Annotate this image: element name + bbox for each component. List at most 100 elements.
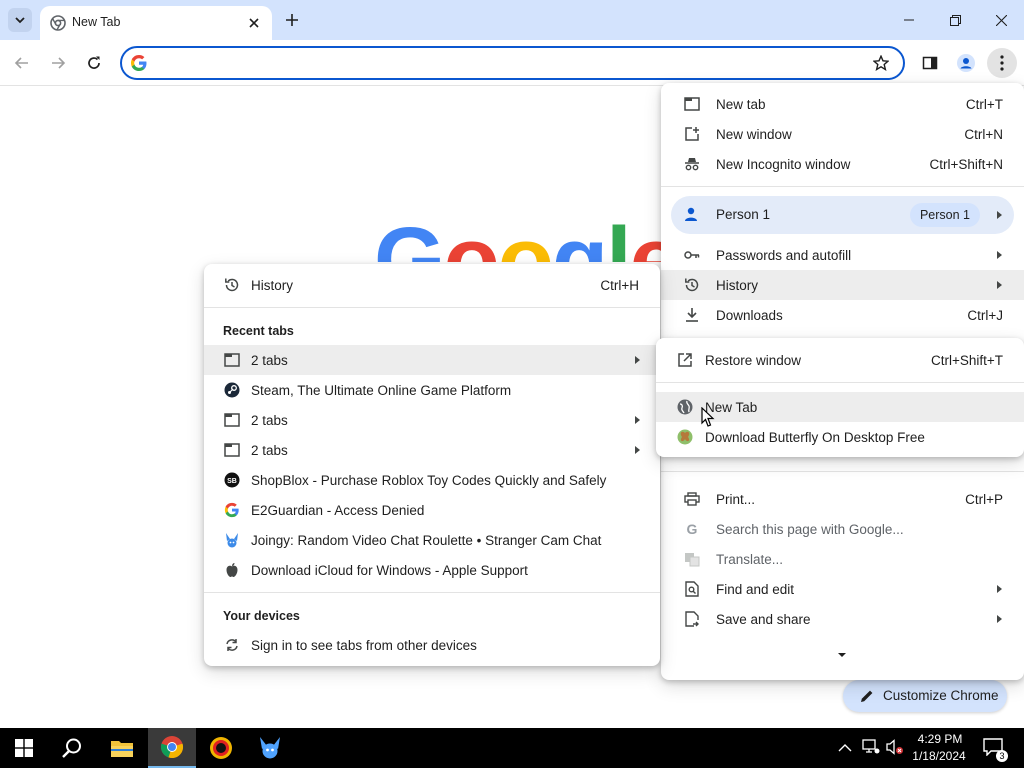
recent-tab-item[interactable]: Joingy: Random Video Chat Roulette • Str… bbox=[204, 525, 660, 555]
tab-group-submenu: Restore window Ctrl+Shift+T New Tab Down… bbox=[656, 338, 1024, 457]
menu-item-label: Download iCloud for Windows - Apple Supp… bbox=[251, 562, 528, 578]
google-g-icon bbox=[131, 55, 147, 71]
menu-item-new-window[interactable]: New window Ctrl+N bbox=[661, 119, 1024, 149]
network-icon[interactable] bbox=[862, 739, 880, 758]
minimize-button[interactable] bbox=[891, 6, 927, 34]
arrow-left-icon bbox=[14, 57, 28, 69]
folder-icon bbox=[111, 741, 133, 757]
menu-item-translate[interactable]: Translate... bbox=[661, 544, 1024, 574]
download-icon bbox=[683, 306, 701, 324]
menu-item-history-full[interactable]: History Ctrl+H bbox=[204, 270, 660, 300]
shortcut-label: Ctrl+Shift+N bbox=[929, 156, 1003, 172]
key-icon bbox=[683, 246, 701, 264]
close-window-button[interactable] bbox=[983, 6, 1019, 34]
google-logo: Google bbox=[374, 214, 679, 262]
tab-search-button[interactable] bbox=[8, 8, 32, 32]
shortcut-label: Ctrl+Shift+T bbox=[930, 352, 1003, 368]
scroll-down-icon[interactable] bbox=[838, 653, 846, 657]
menu-item-new-incognito-window[interactable]: New Incognito window Ctrl+Shift+N bbox=[661, 149, 1024, 179]
forward-button[interactable] bbox=[44, 49, 72, 77]
new-tab-icon bbox=[683, 95, 701, 113]
back-button[interactable] bbox=[8, 49, 36, 77]
menu-item-label: New Incognito window bbox=[716, 156, 851, 172]
taskbar-app-butterfly[interactable] bbox=[246, 728, 294, 768]
menu-separator bbox=[656, 382, 1024, 383]
profile-name: Person 1 bbox=[716, 207, 771, 222]
start-button[interactable] bbox=[0, 728, 48, 768]
reload-icon bbox=[88, 56, 100, 69]
menu-item-search-page[interactable]: G Search this page with Google... bbox=[661, 514, 1024, 544]
menu-item-passwords-autofill[interactable]: Passwords and autofill bbox=[661, 240, 1024, 270]
bookmark-button[interactable] bbox=[871, 53, 891, 73]
menu-item-label: Save and share bbox=[716, 611, 811, 627]
address-bar[interactable] bbox=[120, 46, 905, 80]
menu-item-new-tab[interactable]: New tab Ctrl+T bbox=[661, 89, 1024, 119]
shortcut-label: Ctrl+H bbox=[600, 277, 639, 293]
taskbar-search-button[interactable] bbox=[48, 728, 96, 768]
profile-button[interactable] bbox=[952, 49, 980, 77]
side-panel-button[interactable] bbox=[916, 49, 944, 77]
reload-button[interactable] bbox=[80, 49, 108, 77]
taskbar-file-explorer[interactable] bbox=[98, 728, 146, 768]
recent-tabs-heading: Recent tabs bbox=[223, 324, 294, 338]
new-tab-button[interactable] bbox=[280, 8, 304, 32]
submenu-arrow-icon bbox=[997, 615, 1002, 623]
taskbar-chrome[interactable] bbox=[148, 728, 196, 768]
menu-item-save-and-share[interactable]: Save and share bbox=[661, 604, 1024, 634]
tab-new-tab[interactable]: New Tab bbox=[40, 6, 272, 40]
recent-tab-item[interactable]: Steam, The Ultimate Online Game Platform bbox=[204, 375, 660, 405]
clock-date[interactable]: 1/18/2024 bbox=[906, 749, 972, 763]
new-window-icon bbox=[683, 125, 701, 143]
recent-tab-item[interactable]: E2Guardian - Access Denied bbox=[204, 495, 660, 525]
omnibox-input[interactable] bbox=[156, 52, 856, 74]
chrome-icon bbox=[160, 736, 184, 758]
windows-taskbar: 4:29 PM 1/18/2024 3 bbox=[0, 728, 1024, 768]
menu-item-downloads[interactable]: Downloads Ctrl+J bbox=[661, 300, 1024, 330]
butterfly-icon bbox=[676, 428, 694, 446]
menu-item-sign-in-devices[interactable]: Sign in to see tabs from other devices bbox=[204, 630, 660, 660]
notification-count-badge: 3 bbox=[996, 750, 1008, 762]
menu-item-label: Passwords and autofill bbox=[716, 247, 852, 263]
joingy-icon bbox=[260, 737, 280, 759]
recent-tab-item[interactable]: SB ShopBlox - Purchase Roblox Toy Codes … bbox=[204, 465, 660, 495]
menu-item-label: Translate... bbox=[716, 551, 784, 567]
sync-icon bbox=[223, 636, 241, 654]
google-g-icon bbox=[223, 501, 241, 519]
your-devices-heading: Your devices bbox=[223, 609, 300, 623]
customize-chrome-button[interactable]: Customize Chrome bbox=[843, 680, 1007, 712]
menu-item-label: Search this page with Google... bbox=[716, 521, 904, 537]
search-icon bbox=[62, 738, 81, 758]
menu-item-history[interactable]: History bbox=[661, 270, 1024, 300]
find-icon bbox=[683, 580, 701, 598]
menu-item-label: Restore window bbox=[705, 352, 802, 368]
submenu-arrow-icon bbox=[635, 356, 640, 364]
shortcut-label: Ctrl+T bbox=[965, 96, 1003, 112]
recent-tab-item[interactable]: Download iCloud for Windows - Apple Supp… bbox=[204, 555, 660, 585]
menu-item-find-and-edit[interactable]: Find and edit bbox=[661, 574, 1024, 604]
recent-tab-group[interactable]: 2 tabs bbox=[204, 435, 660, 465]
recent-tab-group[interactable]: 2 tabs bbox=[204, 345, 660, 375]
shortcut-label: Ctrl+N bbox=[964, 126, 1003, 142]
google-g-icon: G bbox=[686, 521, 698, 537]
clock-time[interactable]: 4:29 PM bbox=[912, 732, 968, 746]
menu-item-label: Download Butterfly On Desktop Free bbox=[705, 429, 925, 445]
media-app-icon bbox=[210, 737, 232, 759]
volume-muted-icon[interactable] bbox=[886, 739, 904, 758]
printer-icon bbox=[683, 490, 701, 508]
mouse-cursor-icon bbox=[701, 407, 715, 427]
plus-icon bbox=[286, 14, 298, 26]
shortcut-label: Ctrl+P bbox=[965, 491, 1003, 507]
taskbar-app-red[interactable] bbox=[197, 728, 245, 768]
menu-item-restore-window[interactable]: Restore window Ctrl+Shift+T bbox=[656, 345, 1024, 375]
menu-item-print[interactable]: Print... Ctrl+P bbox=[661, 484, 1024, 514]
recent-tab-group[interactable]: 2 tabs bbox=[204, 405, 660, 435]
toolbar bbox=[0, 40, 1024, 86]
menu-separator bbox=[204, 307, 660, 308]
close-tab-button[interactable] bbox=[244, 13, 264, 33]
chevron-up-icon[interactable] bbox=[838, 741, 852, 756]
chrome-menu-button[interactable] bbox=[987, 48, 1017, 78]
tab-title: New Tab bbox=[72, 15, 121, 29]
restore-button[interactable] bbox=[937, 6, 973, 34]
submenu-arrow-icon bbox=[997, 585, 1002, 593]
menu-item-profile[interactable]: Person 1 Person 1 bbox=[671, 196, 1014, 234]
